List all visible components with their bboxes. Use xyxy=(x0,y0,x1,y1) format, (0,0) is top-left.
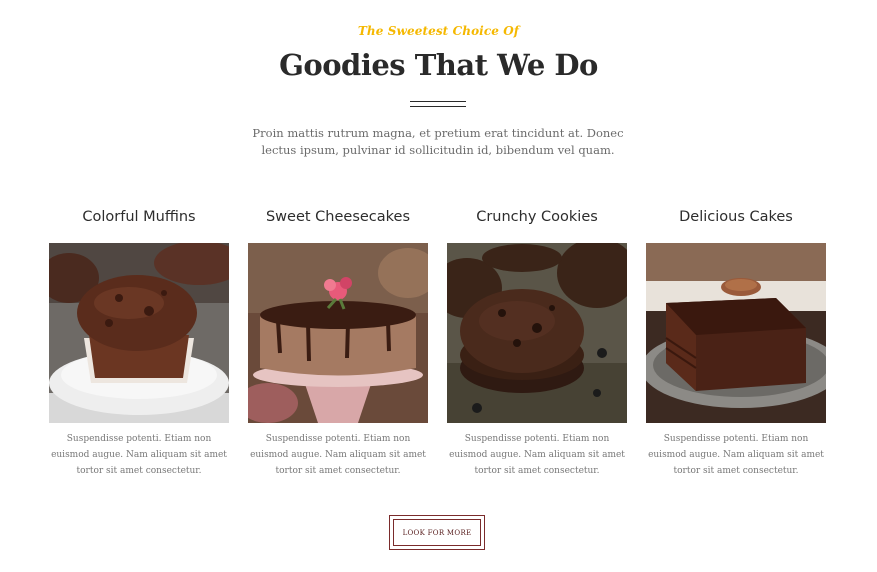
product-description: Suspendisse potenti. Etiam non euismod a… xyxy=(250,434,426,476)
look-for-more-label: LOOK FOR MORE xyxy=(402,528,472,537)
section-intro: Proin mattis rutrum magna, et pretium er… xyxy=(252,126,624,157)
cake-photo[interactable] xyxy=(646,243,826,423)
title-divider xyxy=(410,101,466,107)
product-card-cakes: Delicious Cakes Suspendisse potenti. Eti… xyxy=(646,207,826,479)
product-card-cookies: Crunchy Cookies Suspendisse potenti. Eti… xyxy=(447,207,627,479)
cheesecake-photo[interactable] xyxy=(248,243,428,423)
product-card-cheesecakes: Sweet Cheesecakes Suspendisse potenti. E… xyxy=(248,207,428,479)
product-description: Suspendisse potenti. Etiam non euismod a… xyxy=(51,434,227,476)
product-title: Sweet Cheesecakes xyxy=(265,209,411,225)
product-title: Crunchy Cookies xyxy=(476,209,598,225)
look-for-more-button[interactable]: LOOK FOR MORE xyxy=(389,515,485,550)
cookie-photo[interactable] xyxy=(447,243,627,423)
product-title: Delicious Cakes xyxy=(679,209,793,225)
section-title: Goodies That We Do xyxy=(279,48,598,82)
muffin-photo[interactable] xyxy=(49,243,229,423)
product-card-muffins: Colorful Muffins Suspendisse potenti. Et… xyxy=(49,207,229,479)
product-description: Suspendisse potenti. Etiam non euismod a… xyxy=(449,434,625,476)
section-subtitle: The Sweetest Choice Of xyxy=(357,24,520,38)
product-description: Suspendisse potenti. Etiam non euismod a… xyxy=(648,434,824,476)
product-title: Colorful Muffins xyxy=(82,209,196,225)
